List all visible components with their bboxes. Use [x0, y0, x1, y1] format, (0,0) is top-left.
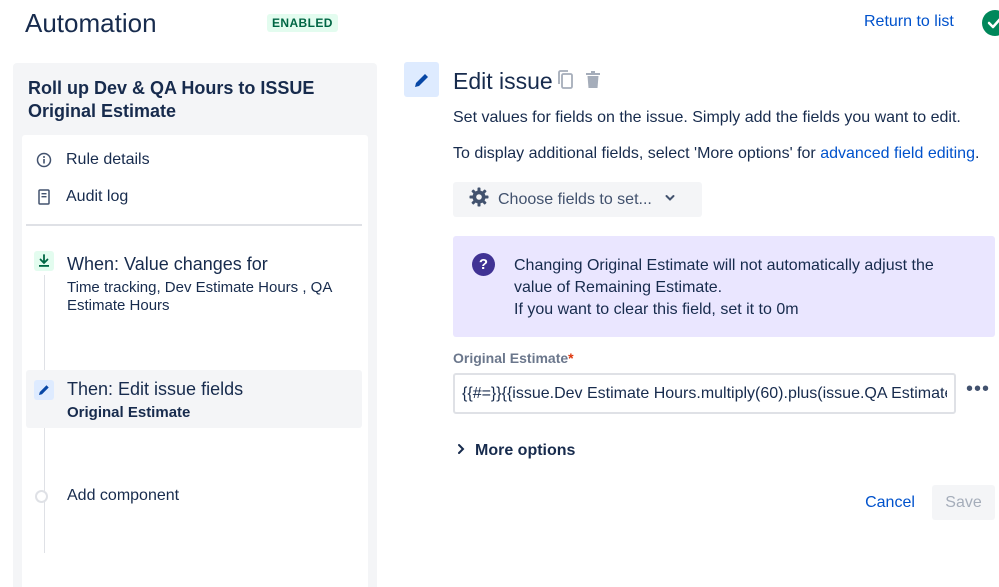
info-icon: [36, 152, 52, 168]
info-message-text: Changing Original Estimate will not auto…: [514, 255, 974, 321]
edit-pencil-icon: [404, 62, 439, 97]
action-detail: Original Estimate: [67, 404, 191, 421]
chevron-right-icon: [456, 442, 466, 460]
document-icon: [36, 189, 52, 205]
field-more-menu-icon[interactable]: •••: [966, 378, 990, 401]
info-message: ? Changing Original Estimate will not au…: [453, 236, 995, 337]
divider: [26, 224, 362, 226]
info-line: Changing Original Estimate will not auto…: [514, 257, 934, 274]
action-title: Then: Edit issue fields: [67, 379, 244, 399]
choose-fields-dropdown[interactable]: Choose fields to set...: [453, 182, 702, 217]
choose-fields-label: Choose fields to set...: [498, 190, 652, 208]
trash-icon[interactable]: [583, 69, 603, 96]
hint-suffix: .: [974, 145, 980, 162]
info-line: If you want to clear this field, set it …: [514, 301, 799, 318]
rule-component-panel: Rule details Audit log When: Value chang…: [22, 135, 368, 587]
required-marker: *: [568, 350, 574, 366]
sidebar-item-audit-log[interactable]: Audit log: [36, 188, 128, 206]
hint-text: To display additional fields, select 'Mo…: [453, 145, 821, 162]
add-component-label: Add component: [67, 487, 180, 504]
info-line: value of Remaining Estimate.: [514, 279, 723, 296]
original-estimate-input[interactable]: [453, 373, 956, 414]
copy-icon[interactable]: [556, 69, 576, 96]
return-to-list-link[interactable]: Return to list: [864, 13, 954, 31]
trigger-download-icon: [34, 251, 54, 271]
sidebar-item-label: Rule details: [66, 151, 150, 168]
pencil-icon: [34, 380, 54, 400]
advanced-field-editing-link[interactable]: advanced field editing: [820, 145, 975, 162]
gear-icon: [468, 186, 490, 213]
sidebar-item-label: Audit log: [66, 188, 129, 205]
more-options-label: More options: [475, 442, 576, 459]
component-description: Set values for fields on the issue. Simp…: [453, 109, 961, 126]
add-component-dot-icon: [35, 490, 48, 503]
original-estimate-label: Original Estimate*: [453, 350, 574, 366]
additional-fields-hint: To display additional fields, select 'Mo…: [453, 145, 979, 163]
cancel-button[interactable]: Cancel: [856, 485, 924, 520]
page-title: Automation: [25, 8, 157, 38]
rule-name: Roll up Dev & QA Hours to ISSUE Original…: [28, 78, 315, 121]
check-circle-icon: [982, 10, 999, 36]
trigger-title: When: Value changes for: [67, 254, 268, 274]
question-icon: ?: [472, 253, 495, 276]
trigger-detail: Time tracking, Dev Estimate Hours , QA E…: [67, 279, 332, 314]
status-badge: ENABLED: [267, 14, 338, 32]
chevron-down-icon: [664, 191, 676, 209]
action-component-selected[interactable]: Then: Edit issue fields Original Estimat…: [26, 370, 362, 428]
more-options-toggle[interactable]: More options: [456, 442, 575, 460]
field-label-text: Original Estimate: [453, 350, 569, 366]
rule-sidebar: Roll up Dev & QA Hours to ISSUE Original…: [13, 63, 377, 587]
component-title: Edit issue: [453, 68, 553, 94]
sidebar-item-rule-details[interactable]: Rule details: [36, 151, 150, 169]
save-button[interactable]: Save: [932, 485, 995, 520]
